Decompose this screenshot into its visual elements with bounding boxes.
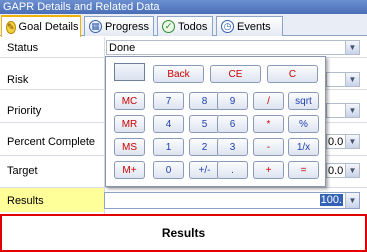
chevron-down-icon[interactable]: ▼ [345, 164, 359, 177]
risk-label: Risk [7, 74, 29, 86]
calc-multiply-button[interactable]: * [253, 115, 284, 133]
calc-8-button[interactable]: 8 [189, 92, 220, 110]
calc-reciprocal-button[interactable]: 1/x [288, 138, 319, 156]
progress-icon: ▦ [89, 20, 102, 33]
window-title: GAPR Details and Related Data [0, 0, 367, 14]
tab-todos[interactable]: ✓ Todos [157, 16, 213, 36]
status-label: Status [7, 42, 39, 54]
status-select[interactable]: Done ▼ [106, 40, 360, 55]
percent-complete-value: 0.0 [328, 136, 344, 148]
results-footer: Results [0, 214, 367, 252]
results-label: Results [7, 195, 44, 207]
calc-mr-button[interactable]: MR [114, 115, 145, 133]
calc-6-button[interactable]: 6 [217, 115, 248, 133]
calc-2-button[interactable]: 2 [189, 138, 220, 156]
goal-icon: ✎ [6, 20, 16, 34]
calculator-display [114, 63, 145, 81]
status-value: Done [109, 42, 136, 54]
events-icon: ◷ [221, 20, 234, 33]
priority-label: Priority [7, 105, 42, 117]
target-field[interactable]: 0.0 ▼ [326, 163, 360, 178]
calc-0-button[interactable]: 0 [153, 161, 184, 179]
calc-c-button[interactable]: C [267, 65, 318, 83]
tab-events-label: Events [237, 20, 271, 33]
calc-3-button[interactable]: 3 [217, 138, 248, 156]
calc-mc-button[interactable]: MC [114, 92, 145, 110]
results-footer-label: Results [161, 226, 206, 240]
percent-complete-label: Percent Complete [7, 136, 96, 148]
calc-sign-button[interactable]: +/- [189, 161, 220, 179]
calc-decimal-button[interactable]: . [217, 161, 248, 179]
target-value: 0.0 [328, 165, 344, 177]
calc-mplus-button[interactable]: M+ [114, 161, 145, 179]
calc-sqrt-button[interactable]: sqrt [288, 92, 319, 110]
chevron-down-icon[interactable]: ▼ [345, 104, 359, 117]
tab-bar: ✎ Goal Details ▦ Progress ✓ Todos ◷ Even… [0, 14, 367, 37]
calc-5-button[interactable]: 5 [189, 115, 220, 133]
calc-equals-button[interactable]: = [288, 161, 319, 179]
tab-todos-label: Todos [178, 20, 208, 33]
calc-9-button[interactable]: 9 [217, 92, 248, 110]
tab-goal-details[interactable]: ✎ Goal Details [1, 15, 81, 37]
todos-icon: ✓ [162, 20, 175, 33]
tab-goal-details-label: Goal Details [18, 21, 79, 33]
priority-select[interactable]: ▼ [326, 103, 360, 118]
calc-ms-button[interactable]: MS [114, 138, 145, 156]
calc-4-button[interactable]: 4 [153, 115, 184, 133]
chevron-down-icon[interactable]: ▼ [345, 73, 359, 86]
calc-percent-button[interactable]: % [288, 115, 319, 133]
tab-events[interactable]: ◷ Events [216, 16, 283, 36]
calculator-dropdown-icon[interactable]: ▼ [345, 193, 359, 208]
risk-select[interactable]: ▼ [326, 72, 360, 87]
percent-complete-field[interactable]: 0.0 ▼ [326, 134, 360, 149]
results-input[interactable]: 100. ▼ [104, 192, 360, 209]
results-value: 100. [319, 194, 343, 206]
chevron-down-icon[interactable]: ▼ [345, 135, 359, 148]
calc-7-button[interactable]: 7 [153, 92, 184, 110]
calc-minus-button[interactable]: - [253, 138, 284, 156]
calc-back-button[interactable]: Back [153, 65, 204, 83]
tab-progress[interactable]: ▦ Progress [84, 16, 154, 36]
calc-divide-button[interactable]: / [253, 92, 284, 110]
calc-ce-button[interactable]: CE [210, 65, 261, 83]
target-label: Target [7, 165, 38, 177]
tab-progress-label: Progress [104, 20, 149, 33]
calc-plus-button[interactable]: + [253, 161, 284, 179]
chevron-down-icon[interactable]: ▼ [345, 41, 359, 54]
calculator-popup: Back CE C MC 7 8 9 / sqrt MR 4 5 6 * % M… [105, 56, 326, 187]
calc-1-button[interactable]: 1 [153, 138, 184, 156]
